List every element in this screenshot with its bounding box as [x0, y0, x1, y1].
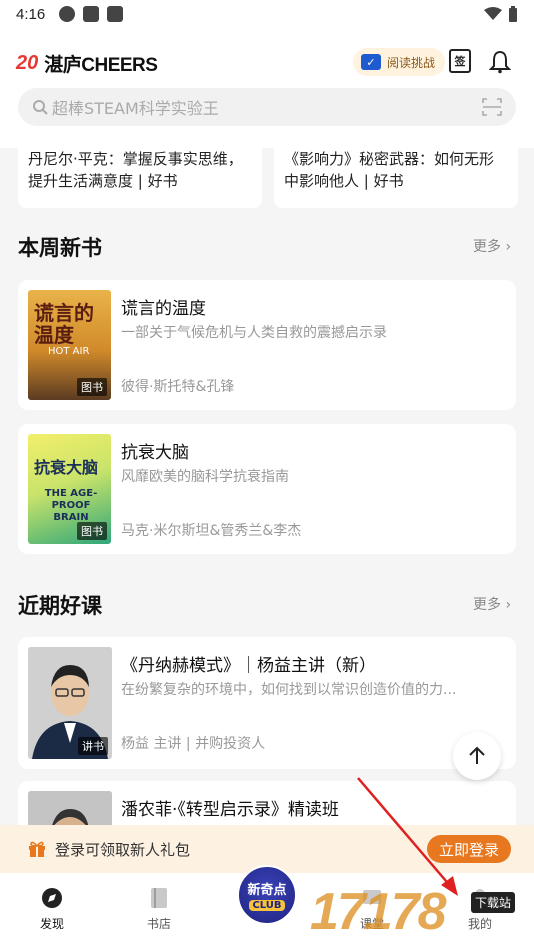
watermark-logo: 17178 [310, 883, 447, 941]
annotation-arrow [357, 777, 458, 896]
watermark-badge: 下载站 [471, 892, 516, 913]
